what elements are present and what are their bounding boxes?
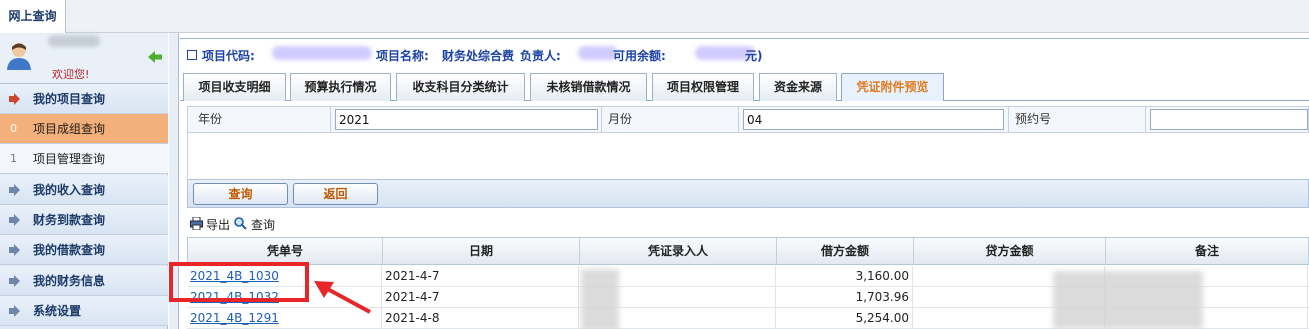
- column-header[interactable]: 凭单号: [188, 238, 383, 264]
- project-name-label: 项目名称:: [376, 49, 429, 63]
- sidebar-item-my-income[interactable]: 我的收入查询: [0, 175, 168, 205]
- sidebar-item-label: 我的财务信息: [33, 274, 106, 288]
- item-index: 0: [10, 122, 17, 135]
- sidebar-item-my-loans[interactable]: 我的借款查询: [0, 235, 168, 265]
- button-bar: 查询 返回: [187, 179, 1309, 208]
- debit-cell: 1,703.96: [776, 287, 913, 307]
- nav-arrow-icon: [9, 93, 20, 105]
- square-icon: [187, 50, 197, 60]
- user-name-redacted: [48, 35, 100, 47]
- column-header[interactable]: 凭证录入人: [580, 238, 777, 264]
- printer-icon: [190, 217, 203, 230]
- tab-income-expense-detail[interactable]: 项目收支明细: [183, 73, 286, 101]
- nav-arrow-icon: [9, 305, 20, 317]
- grid-toolbar: 导出 查询: [187, 213, 1309, 235]
- search-icon: [234, 217, 247, 230]
- column-header[interactable]: 借方金额: [777, 238, 914, 264]
- debit-cell: 5,254.00: [776, 308, 913, 328]
- filter-form: 年份 月份 预约号: [187, 106, 1309, 133]
- divider: [1145, 107, 1146, 132]
- top-tab-bar: 网上查询: [0, 0, 1309, 33]
- query-button[interactable]: 查询: [193, 183, 288, 205]
- user-box: 欢迎您!: [0, 33, 168, 84]
- manager-label: 负责人:: [520, 49, 561, 63]
- reservation-input[interactable]: [1150, 109, 1308, 130]
- divider: [738, 107, 739, 132]
- project-name: 财务处综合费: [442, 49, 515, 63]
- sidebar-item-my-projects[interactable]: 我的项目查询: [0, 84, 168, 114]
- table-header: 凭单号 日期 凭证录入人 借方金额 贷方金额 备注: [187, 237, 1309, 265]
- balance-unit: 元): [745, 49, 763, 63]
- sidebar-item-project-manage[interactable]: 1 项目管理查询: [0, 144, 168, 174]
- form-spacer: [187, 133, 1309, 178]
- month-input[interactable]: [743, 109, 1004, 130]
- date-cell: 2021-4-8: [382, 308, 579, 328]
- tab-fund-source[interactable]: 资金来源: [759, 73, 837, 101]
- red-arrow-icon: [314, 281, 371, 314]
- sidebar-item-label: 我的项目查询: [33, 92, 106, 106]
- divider: [330, 107, 331, 132]
- credit-note-redacted: [1053, 271, 1203, 329]
- reservation-label: 预约号: [1015, 112, 1052, 126]
- user-avatar-icon: [7, 43, 31, 70]
- sidebar-item-label: 我的收入查询: [33, 183, 106, 197]
- project-code-redacted: [272, 46, 372, 60]
- nav-arrow-icon: [9, 275, 20, 287]
- item-index: 1: [10, 152, 17, 165]
- divider: [1008, 107, 1009, 132]
- tab-online-query[interactable]: 网上查询: [0, 0, 66, 33]
- nav-arrow-icon: [9, 244, 20, 256]
- sidebar-item-label: 财务到款查询: [33, 213, 106, 227]
- sidebar-item-label: 系统设置: [33, 304, 82, 318]
- tab-strip: 项目收支明细 预算执行情况 收支科目分类统计 未核销借款情况 项目权限管理 资金…: [180, 71, 1309, 101]
- sidebar: 欢迎您! 我的项目查询 0 项目成组查询 1 项目管理查询 我的收入查询 财务到…: [0, 33, 168, 329]
- debit-cell: 3,160.00: [776, 266, 913, 286]
- export-button[interactable]: 导出: [206, 216, 230, 233]
- tab-project-permissions[interactable]: 项目权限管理: [652, 73, 754, 101]
- sidebar-item-label: 项目管理查询: [33, 152, 106, 166]
- sidebar-item-label: 项目成组查询: [33, 122, 106, 136]
- column-header[interactable]: 贷方金额: [914, 238, 1106, 264]
- sidebar-item-funds-received[interactable]: 财务到款查询: [0, 205, 168, 235]
- balance-label: 可用余额:: [613, 49, 666, 63]
- welcome-text: 欢迎您!: [52, 68, 90, 81]
- date-cell: 2021-4-7: [382, 266, 579, 286]
- year-input[interactable]: [335, 109, 598, 130]
- tab-budget-execution[interactable]: 预算执行情况: [290, 73, 391, 101]
- column-header[interactable]: 备注: [1106, 238, 1309, 264]
- tab-subject-statistics[interactable]: 收支科目分类统计: [396, 73, 525, 101]
- entry-by-redacted: [581, 269, 619, 329]
- sidebar-item-settings[interactable]: 系统设置: [0, 296, 168, 326]
- collapse-left-icon[interactable]: [148, 51, 162, 63]
- nav-arrow-icon: [9, 214, 20, 226]
- back-button[interactable]: 返回: [293, 183, 378, 205]
- highlight-annotation: [169, 262, 309, 302]
- column-header[interactable]: 日期: [383, 238, 580, 264]
- divider: [601, 107, 602, 132]
- nav-arrow-icon: [9, 184, 20, 196]
- tab-unsettled-loans[interactable]: 未核销借款情况: [530, 73, 647, 101]
- project-code-label: 项目代码:: [202, 49, 255, 63]
- date-cell: 2021-4-7: [382, 287, 579, 307]
- sidebar-item-project-group[interactable]: 0 项目成组查询: [0, 114, 168, 144]
- month-label: 月份: [608, 112, 633, 126]
- project-info-bar: 项目代码: 项目名称: 财务处综合费 负责人: 可用余额: 元): [180, 38, 1309, 66]
- year-label: 年份: [198, 112, 223, 126]
- sidebar-item-my-finance[interactable]: 我的财务信息: [0, 266, 168, 296]
- grid-search-button[interactable]: 查询: [251, 216, 275, 233]
- tab-voucher-attachment-preview[interactable]: 凭证附件预览: [841, 73, 944, 101]
- manager-redacted: [578, 46, 618, 60]
- sidebar-item-label: 我的借款查询: [33, 243, 106, 257]
